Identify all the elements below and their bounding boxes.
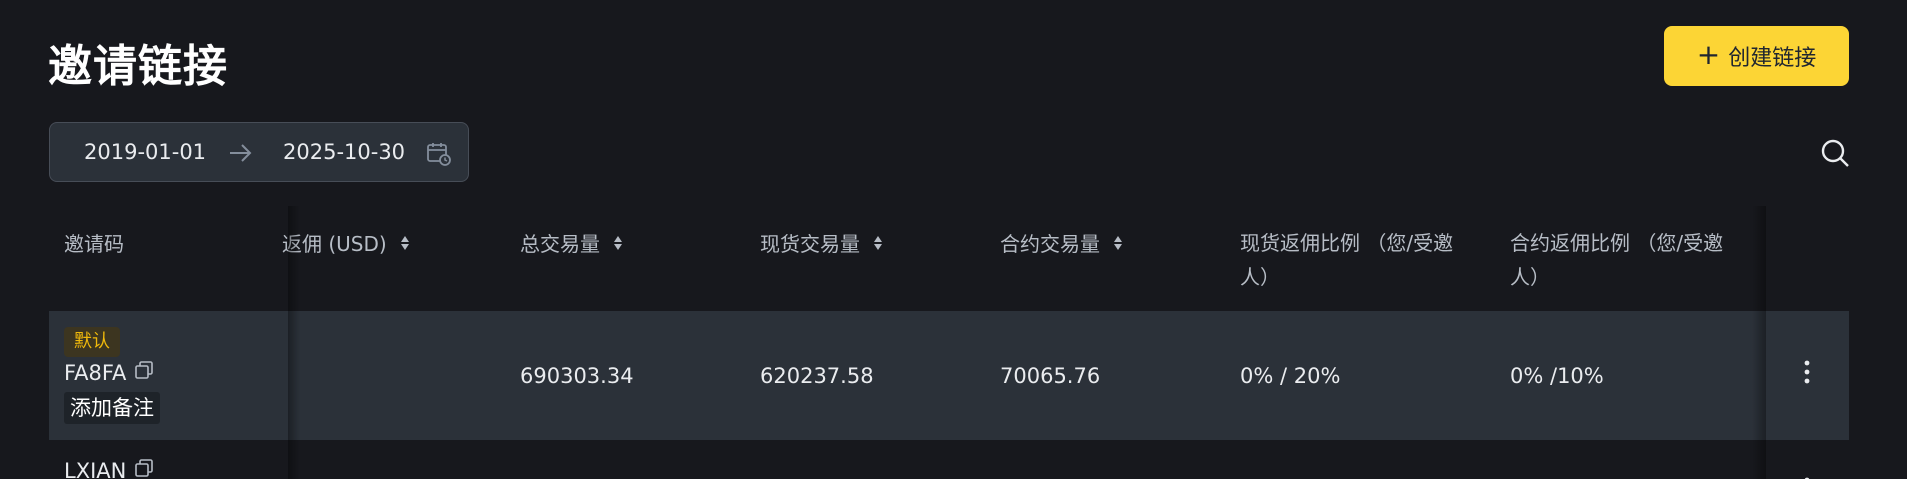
copy-icon[interactable]	[134, 458, 154, 479]
scroll-shadow-right	[1752, 206, 1766, 479]
total-volume-cell: 690303.34	[520, 364, 634, 388]
more-vertical-icon[interactable]	[1800, 360, 1814, 388]
sort-icon[interactable]	[614, 235, 622, 250]
column-header-futures-volume[interactable]: 合约交易量	[1000, 228, 1122, 257]
column-header-rebate[interactable]: 返佣 (USD)	[282, 228, 409, 257]
sort-icon[interactable]	[400, 235, 409, 250]
page-title: 邀请链接	[48, 41, 228, 92]
plus-icon: +	[1696, 37, 1721, 71]
futures-ratio-cell: 0% /10%	[1510, 364, 1604, 388]
sort-icon[interactable]	[874, 235, 882, 250]
end-date-input[interactable]: 2025-10-30	[283, 140, 405, 164]
default-badge: 默认	[64, 327, 120, 357]
arrow-right-icon	[228, 141, 254, 169]
start-date-input[interactable]: 2019-01-01	[84, 140, 206, 164]
add-note-button[interactable]: 添加备注	[64, 392, 160, 424]
column-header-spot-ratio: 现货返佣比例 （您/受邀人）	[1240, 231, 1454, 289]
column-header-futures-ratio: 合约返佣比例 （您/受邀人）	[1510, 231, 1724, 289]
column-header-total-volume[interactable]: 总交易量	[520, 228, 622, 257]
invite-code: LXIAN	[64, 458, 154, 479]
invite-code: FA8FA	[64, 360, 154, 385]
more-vertical-icon[interactable]	[1800, 470, 1814, 479]
column-header-invite-code: 邀请码	[64, 232, 124, 256]
scroll-shadow-left	[288, 206, 300, 479]
spot-volume-cell: 620237.58	[760, 364, 874, 388]
search-icon[interactable]	[1820, 138, 1850, 172]
create-link-button[interactable]: + 创建链接	[1664, 26, 1849, 86]
date-range-picker[interactable]: 2019-01-01 2025-10-30	[49, 122, 469, 182]
sort-icon[interactable]	[1114, 235, 1122, 250]
invite-links-page: 邀请链接 + 创建链接 2019-01-01 2025-10-30 邀请码 返佣	[0, 0, 1907, 479]
column-header-spot-volume[interactable]: 现货交易量	[760, 228, 882, 257]
create-link-label: 创建链接	[1728, 46, 1817, 71]
calendar-icon[interactable]	[426, 141, 452, 171]
copy-icon[interactable]	[134, 360, 154, 385]
spot-ratio-cell: 0% / 20%	[1240, 364, 1341, 388]
futures-volume-cell: 70065.76	[1000, 364, 1101, 388]
